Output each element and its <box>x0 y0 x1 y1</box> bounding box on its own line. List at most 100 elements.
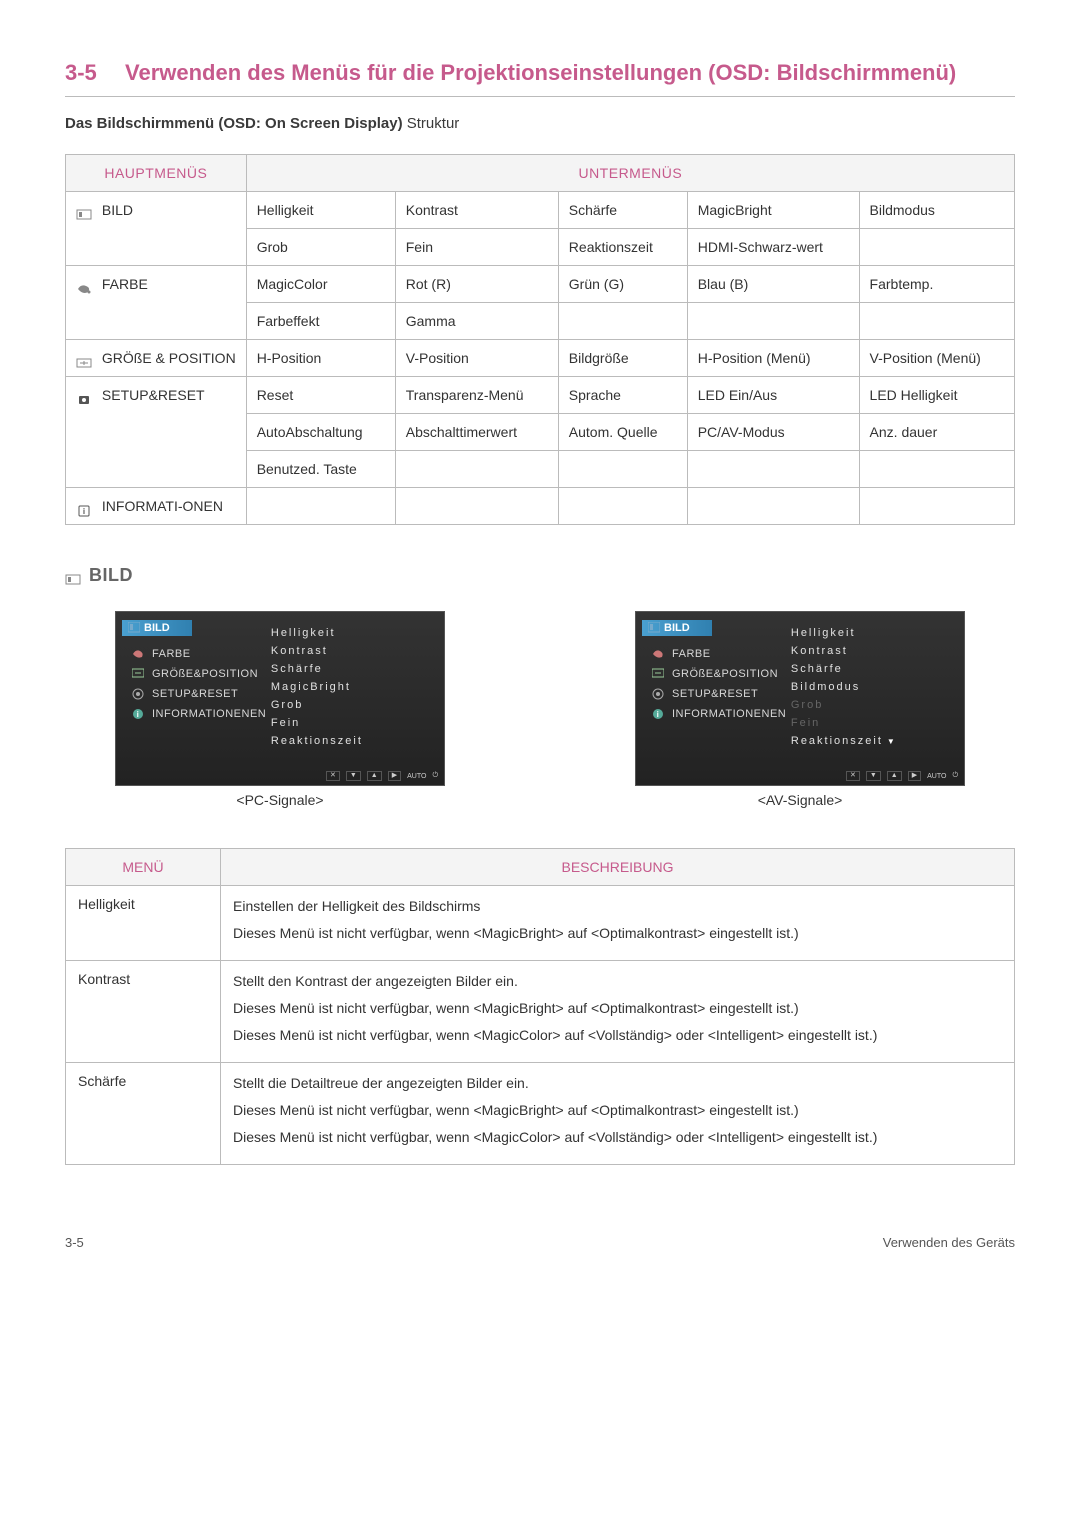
col-hauptmenus: HAUPTMENÜS <box>66 155 247 192</box>
power-icon: ⏻ <box>952 772 958 780</box>
submenu-cell <box>687 451 859 488</box>
subheading: Das Bildschirmmenü (OSD: On Screen Displ… <box>65 115 1015 132</box>
tab-bild: BILD <box>642 620 712 636</box>
submenu-cell: Schärfe <box>558 192 687 229</box>
col-untermenus: UNTERMENÜS <box>246 155 1014 192</box>
caption-av: <AV-Signale> <box>758 792 843 808</box>
setup-icon <box>76 391 92 403</box>
submenu-cell: Anz. dauer <box>859 414 1014 451</box>
submenu-cell <box>859 451 1014 488</box>
menu-farbe: FARBE <box>642 644 787 664</box>
footer-right: Verwenden des Geräts <box>883 1235 1015 1250</box>
submenu-cell <box>859 303 1014 340</box>
structure-table: HAUPTMENÜS UNTERMENÜS BILDHelligkeitKont… <box>65 154 1015 525</box>
submenu-cell <box>687 488 859 525</box>
desc-menu: Kontrast <box>66 961 221 1063</box>
submenu-cell: Kontrast <box>395 192 558 229</box>
desc-menu: Schärfe <box>66 1063 221 1165</box>
menu-farbe: FARBE <box>122 644 267 664</box>
footer-left: 3-5 <box>65 1235 84 1250</box>
section-title: Verwenden des Menüs für die Projektionse… <box>125 60 956 86</box>
section-number: 3-5 <box>65 60 125 86</box>
panel-pc: BILD FARBE GRÖßE&POSITION SETUP&RESET IN… <box>115 611 445 786</box>
submenu-cell: Grün (G) <box>558 266 687 303</box>
panel-av: BILD FARBE GRÖßE&POSITION SETUP&RESET IN… <box>635 611 965 786</box>
submenu-cell: AutoAbschaltung <box>246 414 395 451</box>
mainmenu-größe & position: GRÖßE & POSITION <box>66 340 247 377</box>
subheading-bold: Das Bildschirmmenü (OSD: On Screen Displ… <box>65 115 403 132</box>
osd-panels: BILD FARBE GRÖßE&POSITION SETUP&RESET IN… <box>65 611 1015 808</box>
submenu-cell: V-Position (Menü) <box>859 340 1014 377</box>
submenu-cell: LED Ein/Aus <box>687 377 859 414</box>
submenu-cell: Fein <box>395 229 558 266</box>
enter-icon: ▶ <box>388 771 401 781</box>
menu-info: INFORMATIONENEN <box>642 704 787 724</box>
submenu-cell <box>558 451 687 488</box>
farbe-icon <box>76 280 92 292</box>
submenu-cell <box>687 303 859 340</box>
desc-text: Stellt den Kontrast der angezeigten Bild… <box>221 961 1015 1063</box>
submenu-cell: Rot (R) <box>395 266 558 303</box>
close-icon: ✕ <box>846 771 860 781</box>
close-icon: ✕ <box>326 771 340 781</box>
up-icon: ▲ <box>887 771 902 781</box>
submenu-cell: Benutzed. Taste <box>246 451 395 488</box>
bild-title: BILD <box>65 565 1015 586</box>
menu-groesse: GRÖßE&POSITION <box>642 664 787 684</box>
desc-text: Stellt die Detailtreue der angezeigten B… <box>221 1063 1015 1165</box>
submenu-cell: Transparenz-Menü <box>395 377 558 414</box>
panel-bottom-bar: ✕ ▼ ▲ ▶ AUTO ⏻ <box>326 771 438 781</box>
panel-bottom-bar: ✕ ▼ ▲ ▶ AUTO ⏻ <box>846 771 958 781</box>
panel-item: Reaktionszeit <box>267 732 444 750</box>
submenu-cell: Sprache <box>558 377 687 414</box>
submenu-cell: Farbtemp. <box>859 266 1014 303</box>
mainmenu-farbe: FARBE <box>66 266 247 340</box>
submenu-cell <box>558 303 687 340</box>
panel-item: Kontrast <box>267 642 444 660</box>
submenu-cell: LED Helligkeit <box>859 377 1014 414</box>
submenu-cell: Bildgröße <box>558 340 687 377</box>
panel-item: Grob <box>267 696 444 714</box>
submenu-cell <box>859 488 1014 525</box>
down-icon: ▼ <box>866 771 881 781</box>
bild-icon <box>76 206 92 218</box>
submenu-cell <box>859 229 1014 266</box>
submenu-cell: Grob <box>246 229 395 266</box>
tab-bild: BILD <box>122 620 192 636</box>
mainmenu-bild: BILD <box>66 192 247 266</box>
submenu-cell: HDMI-Schwarz-wert <box>687 229 859 266</box>
submenu-cell: Farbeffekt <box>246 303 395 340</box>
caption-pc: <PC-Signale> <box>236 792 323 808</box>
col-beschreibung: BESCHREIBUNG <box>221 849 1015 886</box>
size-icon <box>76 354 92 366</box>
desc-text: Einstellen der Helligkeit des Bildschirm… <box>221 886 1015 961</box>
submenu-cell: H-Position (Menü) <box>687 340 859 377</box>
panel-item: Bildmodus <box>787 678 964 696</box>
auto-label: AUTO <box>927 773 946 780</box>
submenu-cell: Abschalttimerwert <box>395 414 558 451</box>
submenu-cell <box>395 451 558 488</box>
info-icon <box>76 502 92 514</box>
submenu-cell: Reset <box>246 377 395 414</box>
col-menu: MENÜ <box>66 849 221 886</box>
auto-label: AUTO <box>407 773 426 780</box>
submenu-cell: V-Position <box>395 340 558 377</box>
mainmenu-setup&reset: SETUP&RESET <box>66 377 247 488</box>
up-icon: ▲ <box>367 771 382 781</box>
submenu-cell: Gamma <box>395 303 558 340</box>
submenu-cell: H-Position <box>246 340 395 377</box>
section-heading: 3-5 Verwenden des Menüs für die Projekti… <box>65 60 1015 97</box>
mainmenu-informati-onen: INFORMATI-ONEN <box>66 488 247 525</box>
submenu-cell: Bildmodus <box>859 192 1014 229</box>
panel-item: Fein <box>787 714 964 732</box>
submenu-cell: Autom. Quelle <box>558 414 687 451</box>
subheading-rest: Struktur <box>403 115 460 132</box>
menu-setup: SETUP&RESET <box>642 684 787 704</box>
panel-item: Fein <box>267 714 444 732</box>
panel-item: Schärfe <box>787 660 964 678</box>
menu-groesse: GRÖßE&POSITION <box>122 664 267 684</box>
submenu-cell: Reaktionszeit <box>558 229 687 266</box>
submenu-cell: PC/AV-Modus <box>687 414 859 451</box>
enter-icon: ▶ <box>908 771 921 781</box>
submenu-cell <box>558 488 687 525</box>
